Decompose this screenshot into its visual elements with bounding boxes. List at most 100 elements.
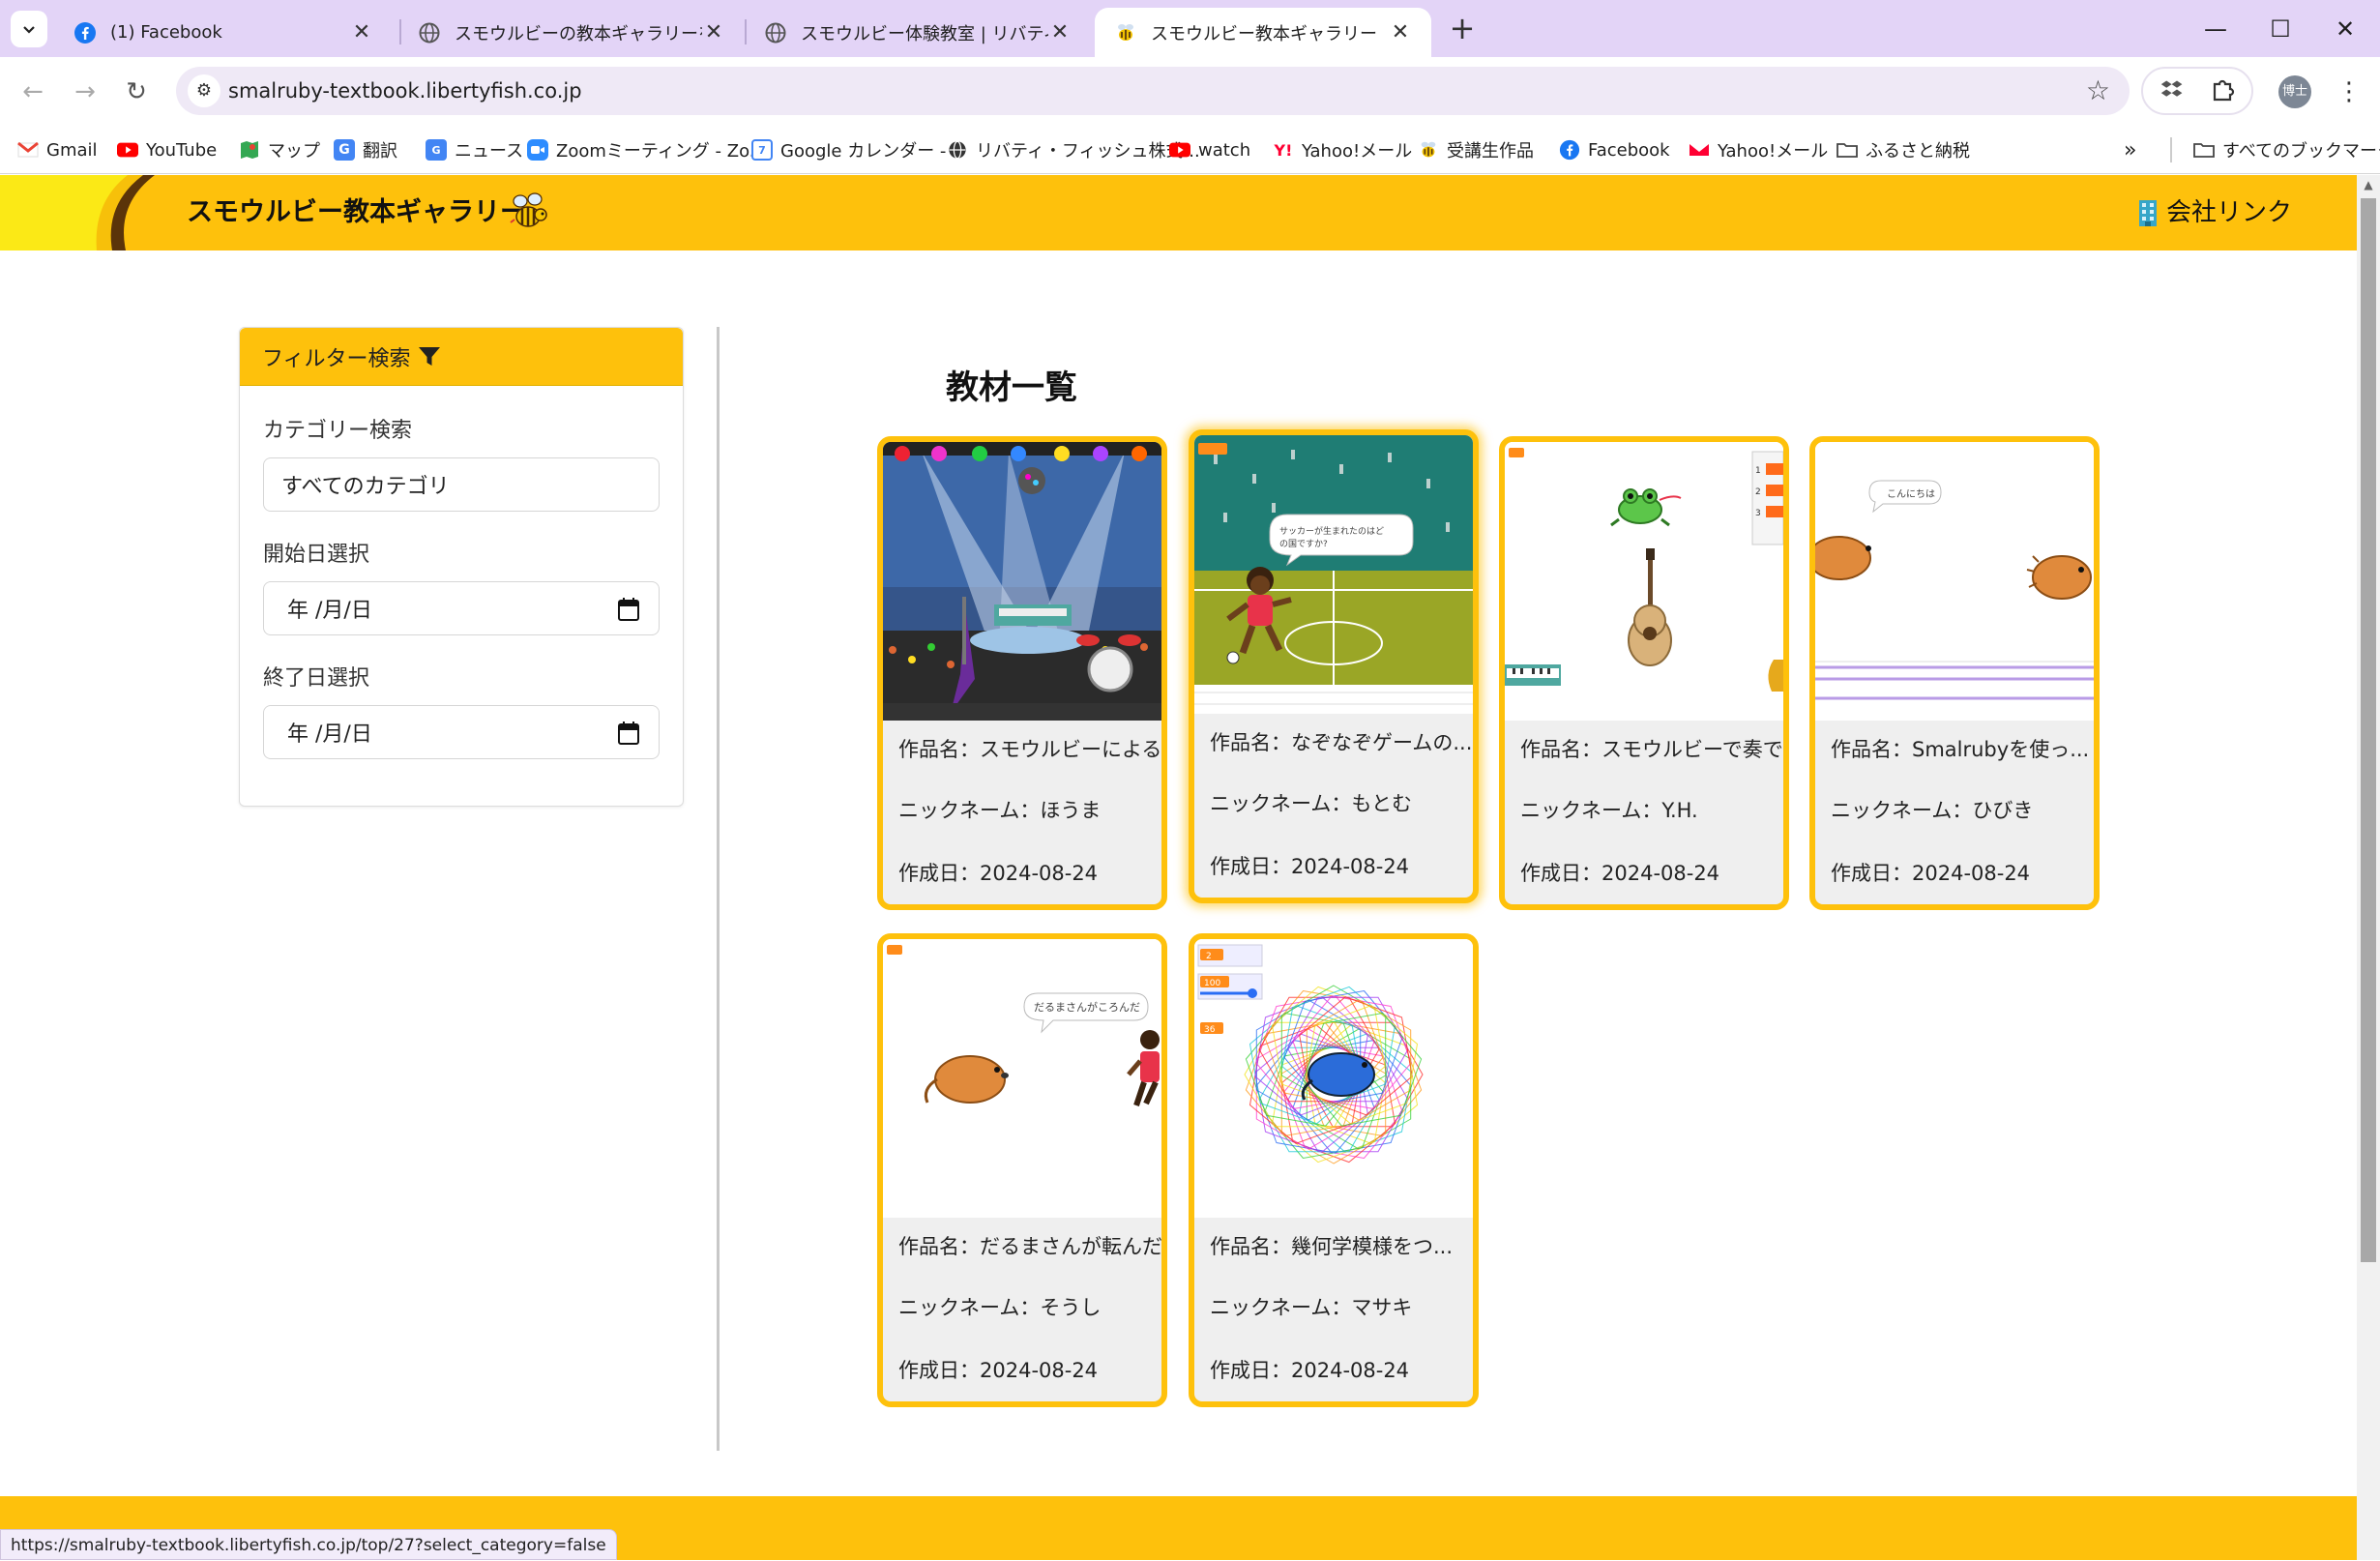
tab-title: スモウルビーの教本ギャラリーを公開し [455,23,702,44]
gallery-card[interactable]: サッカーが生まれたのはど の国ですか? 作品名：なぞなぞゲームの... ニックネ… [1189,429,1479,903]
calendar-icon[interactable] [618,722,639,745]
gallery-card[interactable]: 123 作品名：スモウルビーで奏で... ニックネーム：Y.H. 作成日：202… [1499,436,1789,910]
bookmark-libertyfish[interactable]: リバティ・フィッシュ株式... [947,126,1200,174]
reload-button[interactable]: ↻ [118,74,155,110]
card-title: 作品名：なぞなぞゲームの... [1210,731,1473,754]
bookmark-label: YouTube [146,139,218,161]
tab-gallery-announcement[interactable]: スモウルビーの教本ギャラリーを公開し ✕ [398,8,745,57]
close-tab-icon[interactable]: ✕ [1048,20,1072,44]
scroll-up-arrow-icon[interactable]: ▲ [2357,175,2380,194]
bookmark-label: リバティ・フィッシュ株式... [976,141,1200,162]
news-icon: G [426,139,447,161]
bookmark-news[interactable]: G ニュース [426,126,523,174]
tab-trial-class[interactable]: スモウルビー体験教室 | リバティフィッ ✕ [745,8,1091,57]
page-scrollbar[interactable]: ▲ [2357,175,2380,1560]
dropbox-extension-icon[interactable] [2157,76,2188,107]
new-tab-button[interactable]: + [1445,12,1480,46]
bookmark-student-works[interactable]: 受講生作品 [1418,126,1534,174]
filter-panel: フィルター検索 カテゴリー検索 すべてのカテゴリ 開始日選択 年 /月/日 終了… [239,327,684,807]
yahoo-mail-icon [1689,139,1710,161]
gallery-card[interactable]: 2 100 36 作品名：幾何学模様をつ... ニックネーム：マサキ 作成日：2… [1189,933,1479,1407]
bookmark-label: すべてのブックマーク [2222,141,2380,162]
all-bookmarks-folder[interactable]: すべてのブックマーク [2193,126,2380,174]
thumb-bubble-text: こんにちは [1887,488,1935,500]
bookmark-youtube[interactable]: YouTube [117,126,217,174]
close-tab-icon[interactable]: ✕ [702,20,725,44]
profile-avatar[interactable]: 博士 [2278,75,2311,108]
forward-button[interactable]: → [67,74,103,110]
card-date: 作成日：2024-08-24 [1210,1359,1410,1382]
tab-title: スモウルビー教本ギャラリー [1151,23,1377,44]
bookmark-gmail[interactable]: Gmail [17,126,98,174]
close-tab-icon[interactable]: ✕ [350,20,373,44]
youtube-icon [117,139,138,161]
svg-text:1: 1 [1755,466,1761,476]
category-select[interactable]: すべてのカテゴリ [263,457,660,512]
card-date: 作成日：2024-08-24 [1520,862,1720,885]
maximize-button[interactable]: ☐ [2261,12,2300,46]
back-button[interactable]: ← [15,74,51,110]
card-title: 作品名：幾何学模様をつ... [1210,1235,1454,1258]
gallery-card[interactable]: だるまさんがころんだ 作品名：だるまさんが転んだ ニックネーム：そうし 作成日：… [877,933,1167,1407]
close-window-button[interactable]: ✕ [2326,12,2365,46]
scroll-thumb[interactable] [2361,198,2376,1262]
zoom-icon [527,139,548,161]
gallery-title: 教材一覧 [946,368,1077,407]
bookmark-google-calendar[interactable]: 7 Google カレンダー - [751,126,946,174]
card-title: 作品名：だるまさんが転んだ [898,1235,1162,1258]
company-link[interactable]: 会社リンク [2137,175,2292,250]
card-date: 作成日：2024-08-24 [1831,862,2031,885]
site-info-icon[interactable]: ⚙ [188,74,220,107]
site-title[interactable]: スモウルビー教本ギャラリー [187,175,526,250]
bee-icon [1114,21,1137,44]
bookmark-facebook[interactable]: Facebook [1559,126,1670,174]
more-bookmarks-chevron-icon[interactable]: » [2124,126,2136,174]
bookmark-furusato[interactable]: ふるさと納税 [1836,126,1970,174]
tab-facebook[interactable]: (1) Facebook ✕ [54,8,393,57]
tab-search-button[interactable] [11,11,47,47]
extensions-group [2141,67,2253,115]
globe-icon [764,21,787,44]
card-title: 作品名：Smalrubyを使っ... [1831,738,2090,761]
extensions-puzzle-icon[interactable] [2207,76,2238,107]
svg-text:2: 2 [1755,487,1761,497]
filter-header-label: フィルター検索 [262,346,411,371]
category-label: カテゴリー検索 [263,419,413,443]
facebook-icon [1559,139,1580,161]
bookmark-zoom[interactable]: Zoomミーティング - Zo... [527,126,766,174]
card-nickname: ニックネーム：ほうま [898,799,1102,822]
bookmark-maps[interactable]: マップ [239,126,320,174]
globe-icon [418,21,441,44]
card-nickname: ニックネーム：Y.H. [1520,799,1698,822]
bookmark-yahoo-mail-2[interactable]: Yahoo!メール [1689,126,1828,174]
end-date-input[interactable]: 年 /月/日 [263,705,660,759]
card-nickname: ニックネーム：もとむ [1210,792,1412,815]
bookmark-yahoo-mail[interactable]: Y! Yahoo!メール [1273,126,1413,174]
start-date-input[interactable]: 年 /月/日 [263,581,660,635]
card-date: 作成日：2024-08-24 [1210,855,1410,878]
monitor-value: 2 [1206,952,1212,961]
gallery-card[interactable]: こんにちは 作品名：Smalrubyを使っ... ニックネーム：ひびき 作成日：… [1809,436,2100,910]
card-thumbnail: こんにちは [1815,442,2094,721]
filter-funnel-icon [418,346,440,366]
close-tab-icon[interactable]: ✕ [1389,20,1412,44]
bee-icon [1418,139,1439,161]
tab-title: (1) Facebook [110,22,222,43]
tab-textbook-gallery[interactable]: スモウルビー教本ギャラリー ✕ [1095,8,1431,57]
bookmark-watch[interactable]: watch [1169,126,1250,174]
gallery-card[interactable]: 作品名：スモウルビーによる... ニックネーム：ほうま 作成日：2024-08-… [877,436,1167,910]
calendar-icon[interactable] [618,598,639,621]
tab-strip: (1) Facebook ✕ スモウルビーの教本ギャラリーを公開し ✕ スモウル… [0,0,2380,57]
bookmark-star-icon[interactable]: ☆ [2086,67,2110,115]
end-date-value: 年 /月/日 [287,722,372,747]
vertical-divider [717,327,720,1451]
browser-toolbar: ← → ↻ ⚙ smalruby-textbook.libertyfish.co… [0,57,2380,126]
browser-menu-icon[interactable]: ⋮ [2335,74,2364,110]
bookmark-translate[interactable]: G 翻訳 [334,126,397,174]
address-bar[interactable]: ⚙ smalruby-textbook.libertyfish.co.jp ☆ [176,67,2130,115]
minimize-button[interactable]: — [2196,12,2235,46]
chevron-down-icon [23,26,35,34]
building-icon [2139,200,2157,226]
bookmark-label: Yahoo!メール [1718,141,1829,162]
bookmark-label: Gmail [46,139,98,161]
